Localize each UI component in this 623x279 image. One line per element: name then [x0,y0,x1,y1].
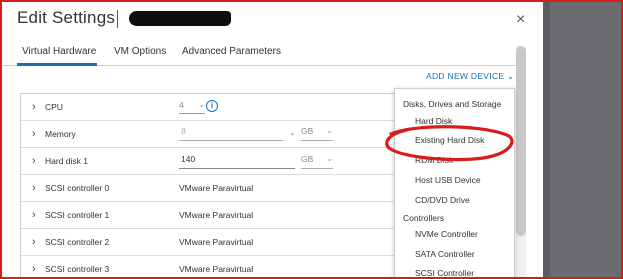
close-icon[interactable]: × [516,11,525,29]
hard-disk-label: Hard disk 1 [45,156,88,166]
add-new-device-label: ADD NEW DEVICE [426,71,505,81]
chevron-down-icon: ⌄ [198,100,205,109]
chevron-right-icon[interactable]: › [32,236,36,248]
scsi-controller-type: VMware Paravirtual [179,183,254,193]
tab-advanced-parameters[interactable]: Advanced Parameters [182,46,281,57]
add-new-device-button[interactable]: ADD NEW DEVICE ⌄ [426,71,514,82]
memory-size-input[interactable]: 8 [179,126,283,141]
background-window [544,0,623,279]
chevron-down-icon: ⌄ [507,71,515,81]
chevron-right-icon[interactable]: › [32,128,36,140]
scrollbar-thumb[interactable] [516,46,526,236]
scsi-controller-label: SCSI controller 2 [45,237,110,247]
menu-item-cd-dvd-drive[interactable]: CD/DVD Drive [415,195,470,205]
menu-section-storage: Disks, Drives and Storage [403,99,502,109]
scsi-controller-label: SCSI controller 1 [45,210,110,220]
hardware-row-hard-disk: › Hard disk 1 140 GB ⌄ [21,148,413,175]
memory-unit-select[interactable]: GB ⌄ [301,126,333,141]
menu-item-nvme-controller[interactable]: NVMe Controller [415,229,478,239]
menu-item-host-usb-device[interactable]: Host USB Device [415,175,481,185]
chevron-right-icon[interactable]: › [32,263,36,275]
hardware-row-scsi-controller: › SCSI controller 3 VMware Paravirtual [21,256,413,279]
chevron-down-icon: ⌄ [326,154,333,163]
tab-vm-options[interactable]: VM Options [114,46,166,57]
scsi-controller-label: SCSI controller 3 [45,264,110,274]
chevron-down-icon[interactable]: ⌄ [289,128,296,137]
cpu-label: CPU [45,102,63,112]
edit-settings-dialog: Edit Settings × Virtual Hardware VM Opti… [2,2,543,279]
chevron-down-icon: ⌄ [326,126,333,135]
tab-virtual-hardware[interactable]: Virtual Hardware [22,46,96,57]
dialog-title: Edit Settings [17,8,116,27]
hardware-row-scsi-controller: › SCSI controller 2 VMware Paravirtual [21,229,413,256]
hard-disk-size-input[interactable]: 140 [179,154,295,169]
scsi-controller-type: VMware Paravirtual [179,264,254,274]
info-icon[interactable]: i [206,100,218,112]
virtual-hardware-list: › CPU 4 ⌄ i › Memory 8 ⌄ GB ⌄ › Hard dis… [20,93,413,279]
tab-bar: Virtual Hardware VM Options Advanced Par… [2,42,522,66]
memory-label: Memory [45,129,76,139]
menu-item-existing-hard-disk[interactable]: Existing Hard Disk [415,135,484,145]
redacted-vm-name [129,11,231,26]
cpu-count-select[interactable]: 4 ⌄ [179,100,205,114]
scsi-controller-type: VMware Paravirtual [179,210,254,220]
menu-item-sata-controller[interactable]: SATA Controller [415,249,475,259]
menu-section-controllers: Controllers [403,213,445,223]
cpu-count-value: 4 [179,100,184,110]
scsi-controller-label: SCSI controller 0 [45,183,110,193]
chevron-right-icon[interactable]: › [32,155,36,167]
menu-item-rdm-disk[interactable]: RDM Disk [415,155,453,165]
chevron-right-icon[interactable]: › [32,209,36,221]
hardware-row-cpu: › CPU 4 ⌄ i [21,94,413,121]
dialog-header: Edit Settings × [2,2,543,40]
scsi-controller-type: VMware Paravirtual [179,237,254,247]
title-separator [117,10,118,28]
memory-unit-value: GB [301,126,314,136]
chevron-right-icon[interactable]: › [32,182,36,194]
hardware-row-scsi-controller: › SCSI controller 0 VMware Paravirtual [21,175,413,202]
menu-item-hard-disk[interactable]: Hard Disk [415,116,452,126]
menu-item-scsi-controller[interactable]: SCSI Controller [415,268,474,278]
add-device-menu: Disks, Drives and Storage Hard Disk Exis… [394,88,515,279]
dialog-scrollbar[interactable] [516,46,526,279]
hard-disk-unit-select[interactable]: GB ⌄ [301,154,333,169]
hardware-row-scsi-controller: › SCSI controller 1 VMware Paravirtual [21,202,413,229]
hardware-row-memory: › Memory 8 ⌄ GB ⌄ [21,121,413,148]
chevron-right-icon[interactable]: › [32,101,36,113]
hard-disk-unit-value: GB [301,154,314,164]
active-tab-indicator [17,63,97,66]
